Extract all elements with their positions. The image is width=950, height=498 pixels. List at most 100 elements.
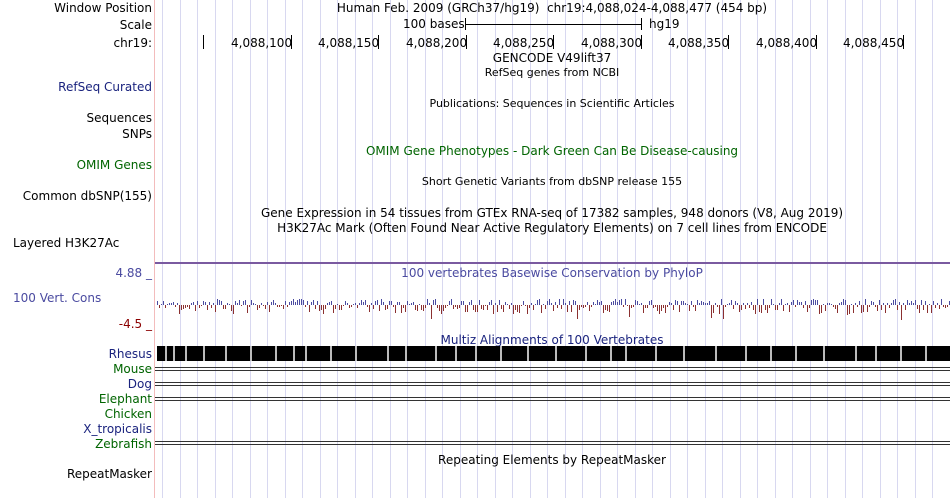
phylop-score-bar [811,300,812,305]
phylop-score-bar [243,301,244,305]
phylop-score-bar [719,305,720,314]
phylop-score-bar [381,299,382,305]
phylop-score-bar [495,303,496,305]
phylop-score-bar [353,304,354,305]
phylop-score-bar [323,305,324,314]
phylop-score-bar [189,305,190,309]
phylop-score-bar [251,300,252,305]
phylop-score-bar [455,305,456,307]
phylop-score-bar [493,305,494,314]
phylop-score-bar [333,305,334,313]
phylop-score-bar [309,305,310,312]
phylop-score-bar [247,305,248,313]
species-label-x-tropicalis[interactable]: X_tropicalis [83,422,152,436]
phylop-score-bar [193,302,194,305]
rhesus-mismatch-mark [745,346,747,361]
species-label-zebrafish[interactable]: Zebrafish [95,437,152,451]
snps-track-label[interactable]: SNPs [122,127,152,141]
omim-track-label[interactable]: OMIM Genes [77,158,152,172]
phylop-score-bar [261,303,262,305]
phylop-score-bar [197,301,198,305]
phylop-score-bar [449,301,450,305]
rhesus-mismatch-mark [165,346,167,361]
phylop-score-bar [667,305,668,307]
phylop-score-bar [681,301,682,305]
phylop-score-bar [157,301,158,305]
grid-line [250,0,251,498]
phylop-score-bar [769,305,770,308]
phylop-score-bar [331,301,332,305]
phylop-score-bar [419,304,420,305]
species-label-mouse[interactable]: Mouse [113,362,152,376]
species-label-elephant[interactable]: Elephant [99,392,152,406]
layered-h3k27ac-track-label[interactable]: Layered H3K27Ac [13,236,119,250]
zebrafish-alignment-line-2 [155,444,950,445]
phylop-score-bar [185,305,186,308]
grid-line [407,0,408,498]
grid-line [302,0,303,498]
repeatmasker-track-label[interactable]: RepeatMasker [67,467,152,481]
phylop-score-bar [387,305,388,309]
phylop-score-bar [239,300,240,305]
phylop-score-bar [533,305,534,310]
phylop-score-bar [183,305,184,309]
phylop-score-bar [205,302,206,305]
phylop-score-bar [727,304,728,305]
phylop-score-bar [477,305,478,312]
phylop-score-bar [295,302,296,305]
sequences-track-label[interactable]: Sequences [87,111,152,125]
phylop-score-bar [161,304,162,305]
phylop-score-bar [905,305,906,310]
phylop-score-bar [877,305,878,311]
phylop-score-bar [897,305,898,310]
phylop-score-bar [689,305,690,311]
phylop-score-bar [207,305,208,310]
phylop-score-bar [439,305,440,311]
phylop-score-bar [937,303,938,305]
phylop-score-bar [415,305,416,310]
scale-bar-label: 100 bases [403,17,465,31]
species-label-chicken[interactable]: Chicken [105,407,152,421]
ruler-tick-label: 4,088,250 [493,36,555,50]
phylop-score-bar [781,299,782,305]
refseq-track-label[interactable]: RefSeq Curated [58,80,152,94]
grid-line [390,0,391,498]
phylop-score-bar [409,304,410,305]
phylop-score-bar [605,305,606,310]
phylop-score-bar [159,305,160,308]
rhesus-mismatch-mark [655,346,657,361]
rhesus-mismatch-mark [475,346,477,361]
rhesus-mismatch-mark [387,346,389,361]
rhesus-mismatch-mark [715,346,717,361]
phylop-score-bar [597,300,598,305]
species-label-dog[interactable]: Dog [128,377,152,391]
species-label-rhesus[interactable]: Rhesus [109,347,152,361]
phylop-score-bar [457,305,458,309]
phylop-score-bar [475,305,476,312]
phylop-score-bar [237,303,238,305]
phylop-score-bar [443,305,444,311]
common-dbsnp-track-label[interactable]: Common dbSNP(155) [23,189,152,203]
phylop-score-bar [497,305,498,312]
rhesus-mismatch-mark [405,346,407,361]
grid-line [442,0,443,498]
multiz-track-description: Multiz Alignments of 100 Vertebrates [440,333,664,347]
phylop-score-bar [513,305,514,314]
phylop-score-bar [893,300,894,305]
phylop-score-bar [489,302,490,305]
grid-line [162,0,163,498]
phylop-score-bar [349,305,350,308]
gencode-track-title[interactable]: GENCODE V49lift37 [493,51,611,65]
phylop-score-bar [873,302,874,305]
grid-line [180,0,181,498]
phylop-score-bar [459,305,460,308]
phylop-score-bar [279,305,280,307]
phylop-score-bar [611,302,612,305]
phylop-score-bar [509,305,510,309]
grid-line [722,0,723,498]
phylop-score-bar [327,303,328,305]
cons-track-label[interactable]: 100 Vert. Cons [13,291,101,305]
ruler-tick-label: 4,088,350 [668,36,730,50]
grid-line [652,0,653,498]
phylop-score-bar [209,302,210,305]
